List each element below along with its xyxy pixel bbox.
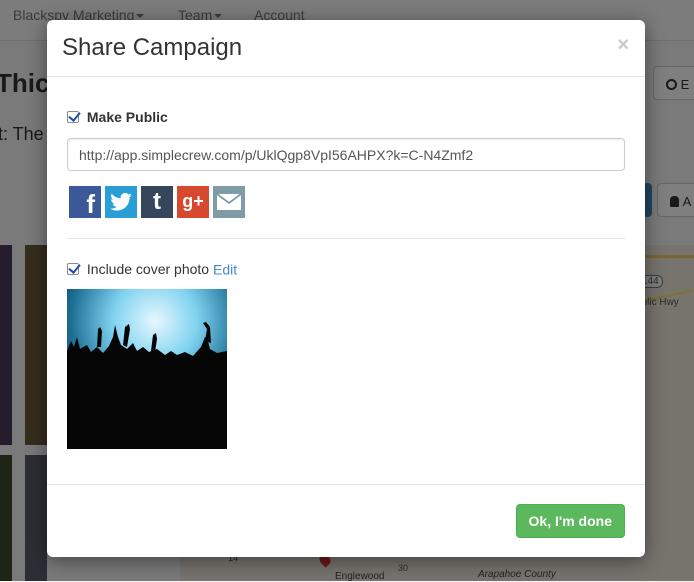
share-url-input[interactable] [67,138,625,171]
include-cover-photo-label[interactable]: Include cover photo [87,261,209,277]
facebook-share-button[interactable]: f [69,186,101,219]
twitter-icon [110,192,132,211]
include-cover-photo-checkbox[interactable] [67,263,79,276]
close-button[interactable]: × [617,34,629,57]
modal-title: Share Campaign [62,34,243,61]
make-public-checkbox[interactable] [67,111,79,124]
google-plus-icon: g+ [182,191,204,211]
make-public-row: Make Public [67,108,168,125]
tumblr-icon: t [153,188,161,215]
modal-footer: Ok, I'm done [47,484,645,557]
concert-photo [67,289,227,449]
modal-header: Share Campaign × [47,20,645,77]
section-divider [67,238,625,239]
tumblr-share-button[interactable]: t [141,186,173,218]
edit-cover-photo-link[interactable]: Edit [213,261,237,277]
google-plus-share-button[interactable]: g+ [177,186,209,218]
email-share-button[interactable] [213,186,245,218]
mail-icon [216,193,242,210]
done-button[interactable]: Ok, I'm done [515,504,625,538]
cover-photo-image [67,289,227,449]
twitter-share-button[interactable] [105,186,137,218]
cover-photo-row: Include cover photo Edit [67,260,237,277]
facebook-icon: f [86,189,95,219]
share-campaign-modal: Share Campaign × Make Public f t g+ [47,20,645,557]
make-public-label[interactable]: Make Public [87,109,168,125]
